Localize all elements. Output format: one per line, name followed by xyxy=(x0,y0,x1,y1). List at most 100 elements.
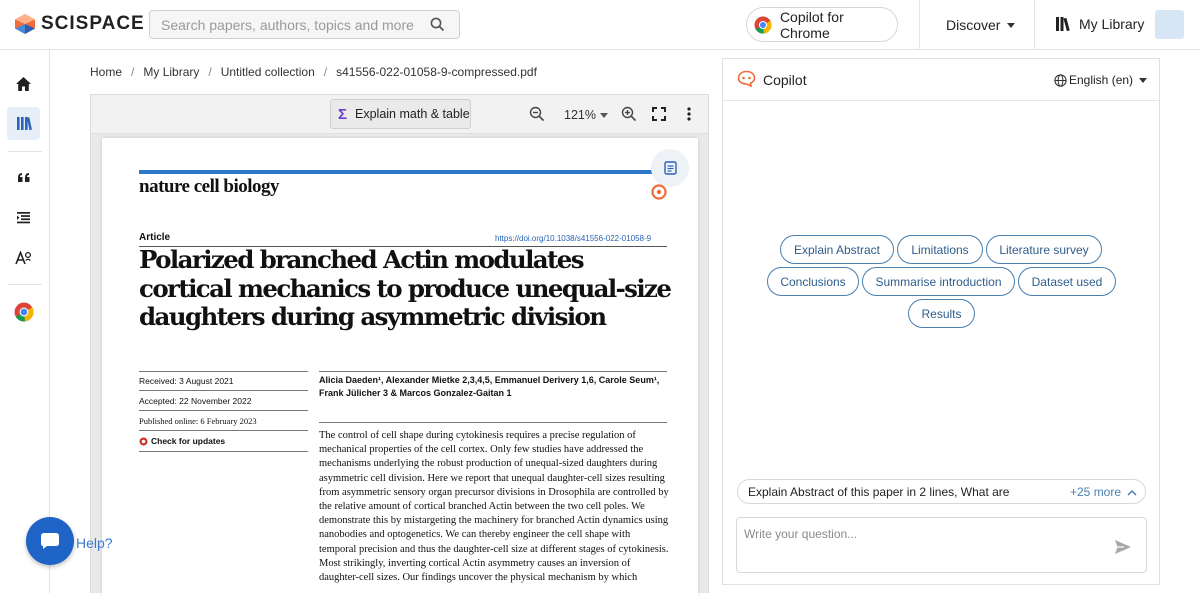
breadcrumb-file: s41556-022-01058-9-compressed.pdf xyxy=(336,65,537,79)
suggested-question[interactable]: Explain Abstract of this paper in 2 line… xyxy=(737,479,1146,504)
sidebar-item-chrome-extension[interactable] xyxy=(7,295,40,328)
abstract-text: The control of cell shape during cytokin… xyxy=(319,430,669,584)
copilot-for-chrome-label: Copilot for Chrome xyxy=(779,8,844,41)
breadcrumb-home[interactable]: Home xyxy=(90,65,122,79)
left-sidebar xyxy=(0,50,50,593)
chip-results[interactable]: Results xyxy=(908,299,975,328)
more-suggestions-label: +25 more xyxy=(1070,485,1122,499)
meta-rule xyxy=(139,371,308,372)
question-input[interactable] xyxy=(744,527,1104,567)
pdf-viewer: Σ Explain math & table 121% nature cell … xyxy=(90,94,709,598)
more-options-icon[interactable] xyxy=(687,107,691,121)
sidebar-item-library[interactable] xyxy=(7,107,40,140)
article-label: Article xyxy=(139,232,171,243)
received-date: Received: 3 August 2021 xyxy=(139,376,234,386)
abstract-rule xyxy=(319,422,667,423)
sidebar-divider xyxy=(8,151,42,152)
notes-button[interactable] xyxy=(651,149,689,187)
chip-literature-survey[interactable]: Literature survey xyxy=(986,235,1102,264)
copilot-title: Copilot xyxy=(763,72,807,88)
journal-name: nature cell biology xyxy=(139,176,280,197)
brand-name: SCISPACE xyxy=(41,13,145,34)
zoom-select[interactable]: 121% xyxy=(564,108,608,122)
chrome-icon xyxy=(754,16,772,33)
sidebar-item-literature-review[interactable] xyxy=(7,201,40,234)
meta-rule xyxy=(139,390,308,391)
search-input[interactable] xyxy=(150,11,420,38)
copilot-panel: Copilot English (en) Explain Abstract Li… xyxy=(722,58,1160,585)
breadcrumb-separator: / xyxy=(208,65,212,79)
library-icon xyxy=(1056,17,1070,32)
help-link[interactable]: Help? xyxy=(76,535,113,551)
copilot-pin-icon[interactable] xyxy=(651,184,667,200)
header-divider xyxy=(1034,0,1035,50)
language-select[interactable]: English (en) xyxy=(1054,73,1148,87)
my-library-label: My Library xyxy=(1079,15,1145,32)
chip-dataset-used[interactable]: Dataset used xyxy=(1018,267,1116,296)
fullscreen-icon[interactable] xyxy=(652,107,666,121)
text-ai-icon xyxy=(15,250,32,264)
check-updates-label: Check for updates xyxy=(151,436,226,446)
search-bar[interactable] xyxy=(149,10,460,39)
accepted-date: Accepted: 22 November 2022 xyxy=(139,396,252,406)
zoom-in-icon[interactable] xyxy=(621,106,637,122)
chip-summarise-introduction[interactable]: Summarise introduction xyxy=(862,267,1015,296)
copilot-for-chrome-button[interactable]: Copilot for Chrome xyxy=(746,7,898,42)
check-updates-link[interactable]: Check for updates xyxy=(139,436,225,446)
doi-link[interactable]: https://doi.org/10.1038/s41556-022-01058… xyxy=(495,234,651,243)
breadcrumb-separator: / xyxy=(131,65,135,79)
pdf-toolbar: Σ Explain math & table 121% xyxy=(91,95,708,134)
sigma-icon: Σ xyxy=(338,105,348,123)
sidebar-item-citation[interactable] xyxy=(7,161,40,194)
send-icon[interactable] xyxy=(1114,539,1132,555)
home-icon xyxy=(16,76,31,91)
copilot-header: Copilot English (en) xyxy=(723,59,1159,101)
journal-header-bar xyxy=(139,170,654,174)
zoom-level: 121% xyxy=(564,108,596,122)
chip-explain-abstract[interactable]: Explain Abstract xyxy=(780,235,894,264)
sidebar-item-paraphraser[interactable] xyxy=(7,241,40,274)
check-updates-icon xyxy=(139,437,148,445)
suggested-question-text: Explain Abstract of this paper in 2 line… xyxy=(748,484,1012,499)
author-list: Alicia Daeden¹, Alexander Mietke 2,3,4,5… xyxy=(319,375,660,398)
paper-title: Polarized branched Actin modulates corti… xyxy=(139,245,672,331)
breadcrumb-collection[interactable]: Untitled collection xyxy=(221,65,315,79)
language-label: English (en) xyxy=(1069,73,1134,87)
breadcrumb: Home / My Library / Untitled collection / s… xyxy=(90,65,537,79)
chevron-up-icon xyxy=(1127,489,1137,496)
top-bar: SCISPACE Copilot for Chrome Discover My … xyxy=(0,0,1200,50)
header-divider xyxy=(919,0,920,50)
meta-rule xyxy=(139,410,308,411)
meta-rule xyxy=(139,451,308,452)
breadcrumb-my-library[interactable]: My Library xyxy=(143,65,199,79)
explain-math-table-label: Explain math & table xyxy=(355,107,470,121)
search-icon[interactable] xyxy=(430,17,445,32)
pdf-page: nature cell biology Article https://doi.… xyxy=(102,138,698,598)
meta-rule xyxy=(139,430,308,431)
avatar[interactable] xyxy=(1155,10,1184,39)
chrome-icon xyxy=(14,302,34,321)
discover-menu[interactable]: Discover xyxy=(946,17,1016,33)
my-library-link[interactable]: My Library xyxy=(1055,15,1144,32)
list-icon xyxy=(17,212,30,224)
more-suggestions-button[interactable]: +25 more xyxy=(1070,485,1137,499)
caret-down-icon xyxy=(1007,22,1016,28)
question-box xyxy=(736,517,1147,573)
chat-bubble-icon xyxy=(41,533,59,549)
library-icon xyxy=(16,117,32,131)
zoom-out-icon[interactable] xyxy=(529,106,545,122)
explain-math-table-button[interactable]: Σ Explain math & table xyxy=(330,99,471,129)
breadcrumb-separator: / xyxy=(323,65,328,79)
scispace-logo[interactable]: SCISPACE xyxy=(14,13,145,35)
caret-down-icon xyxy=(599,112,608,118)
published-date: Published online: 6 February 2023 xyxy=(139,416,257,426)
quote-icon xyxy=(17,172,29,182)
globe-icon xyxy=(1054,73,1067,87)
sidebar-divider xyxy=(8,284,42,285)
sidebar-item-home[interactable] xyxy=(7,67,40,100)
chip-conclusions[interactable]: Conclusions xyxy=(767,267,859,296)
chip-limitations[interactable]: Limitations xyxy=(897,235,983,264)
notes-icon xyxy=(663,161,677,175)
discover-label: Discover xyxy=(946,17,1001,33)
chat-support-button[interactable] xyxy=(26,517,74,565)
